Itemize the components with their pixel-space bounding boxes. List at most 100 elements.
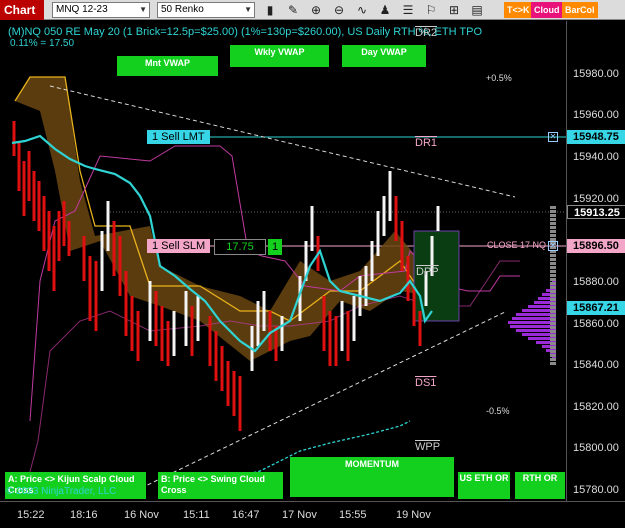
chart-trader-icon[interactable]: ⊞ (446, 2, 462, 18)
chevron-down-icon: ▼ (244, 5, 252, 14)
renko-brick (376, 211, 380, 256)
renko-brick (412, 286, 416, 326)
renko-brick (112, 221, 116, 276)
renko-brick (106, 201, 110, 251)
bar-type-value: 50 Renko (161, 4, 204, 15)
resistance-trendline[interactable] (49, 85, 516, 198)
plus-half-percent-label: +0.5% (486, 73, 512, 83)
tpo-bar (550, 342, 556, 345)
time-axis[interactable]: 15:22 18:16 16 Nov 15:11 16:47 17 Nov 15… (0, 501, 625, 528)
price-axis[interactable]: 15980.00 15960.00 15940.00 15920.00 1588… (566, 21, 625, 501)
price-tick: 15920.00 (573, 193, 619, 205)
renko-brick (160, 306, 164, 361)
tpo-bar (550, 214, 556, 217)
barcol-toggle-button[interactable]: BarCol (562, 2, 598, 18)
tpo-bar (550, 298, 556, 301)
renko-brick (190, 306, 194, 356)
day-vwap-button[interactable]: Day VWAP (342, 45, 426, 67)
drawing-tools-icon[interactable]: ✎ (285, 2, 301, 18)
tpo-bar (550, 326, 556, 329)
bar-type-select[interactable]: 50 Renko ▼ (157, 2, 255, 18)
indicators-icon[interactable]: ∿ (354, 2, 370, 18)
renko-brick (82, 236, 86, 281)
tpo-bar (550, 330, 556, 333)
chart-window-title: Chart (0, 0, 44, 20)
tpo-bar (550, 334, 556, 337)
renko-brick (418, 311, 422, 346)
renko-brick (256, 301, 260, 346)
zoom-in-icon[interactable]: ⊕ (308, 2, 324, 18)
renko-brick (364, 266, 368, 306)
time-tick: 16 Nov (124, 509, 159, 521)
data-box-icon[interactable]: ▤ (469, 2, 485, 18)
renko-brick (268, 311, 272, 351)
tpo-bar (550, 258, 556, 261)
close-icon[interactable]: ✕ (548, 241, 558, 251)
renko-brick (148, 281, 152, 341)
time-tick: 17 Nov (282, 509, 317, 521)
momentum-panel[interactable]: MOMENTUM (290, 457, 454, 497)
renko-brick (172, 311, 176, 356)
price-tick: 15820.00 (573, 401, 619, 413)
cloud-toggle-button[interactable]: Cloud (531, 2, 563, 18)
tk-toggle-button[interactable]: T<>K (504, 2, 533, 18)
us-eth-or-button[interactable]: US ETH OR (458, 472, 510, 499)
tpo-bar (550, 282, 556, 285)
monthly-vwap-button[interactable]: Mnt VWAP (117, 56, 218, 76)
chevron-down-icon: ▼ (139, 5, 147, 14)
renko-brick (226, 361, 230, 406)
sell-lmt-price-tag: 15948.75 (567, 130, 625, 144)
price-tick: 15840.00 (573, 359, 619, 371)
tpo-bar (550, 302, 556, 305)
chart-toolbar: Chart MNQ 12-23 ▼ 50 Renko ▼ ▮ ✎ ⊕ ⊖ ∿ ♟… (0, 0, 625, 20)
zoom-out-icon[interactable]: ⊖ (331, 2, 347, 18)
dr1-level-label: DR1 (415, 137, 438, 149)
tpo-bar (550, 206, 556, 209)
tpo-bar (550, 226, 556, 229)
weekly-vwap-button[interactable]: Wkly VWAP (230, 45, 329, 67)
tpo-bar (550, 254, 556, 257)
tpo-bar (550, 322, 556, 325)
renko-brick (400, 221, 404, 271)
tpo-bar (550, 286, 556, 289)
renko-brick (382, 196, 386, 236)
price-tick: 15800.00 (573, 442, 619, 454)
price-tick: 15940.00 (573, 151, 619, 163)
alert-icon[interactable]: ⚐ (423, 2, 439, 18)
ds1-level-label: DS1 (415, 377, 437, 389)
close-price-tag: 15896.50 (567, 239, 625, 253)
renko-brick (334, 316, 338, 366)
price-tick: 15980.00 (573, 68, 619, 80)
strategies-icon[interactable]: ♟ (377, 2, 393, 18)
renko-brick (47, 211, 51, 271)
tpo-bar (550, 362, 556, 365)
sell-slm-order-tag[interactable]: 1 Sell SLM (147, 239, 211, 253)
tpo-bar (550, 310, 556, 313)
instrument-value: MNQ 12-23 (56, 4, 108, 15)
close-position-label[interactable]: CLOSE 17 NQ (487, 240, 546, 250)
tpo-bar (550, 346, 556, 349)
instrument-select[interactable]: MNQ 12-23 ▼ (52, 2, 150, 18)
swing-cloud-button[interactable]: B: Price <> Swing Cloud Cross (158, 472, 283, 499)
tpo-bar (550, 278, 556, 281)
renko-brick (280, 316, 284, 351)
properties-icon[interactable]: ☰ (400, 2, 416, 18)
renko-brick (238, 376, 242, 431)
tpo-bar (550, 222, 556, 225)
tpo-bar (550, 354, 556, 357)
tpo-bar (550, 266, 556, 269)
rth-or-button[interactable]: RTH OR (515, 472, 565, 499)
renko-brick (124, 271, 128, 336)
renko-brick (100, 231, 104, 291)
renko-brick (166, 321, 170, 366)
chart-panel[interactable]: (M)NQ 050 RE May 20 (1 Brick=12.5p=$25.0… (0, 21, 566, 501)
tpo-bar (550, 358, 556, 361)
sell-lmt-order-tag[interactable]: 1 Sell LMT (147, 130, 210, 144)
bar-style-icon[interactable]: ▮ (262, 2, 278, 18)
renko-brick (220, 346, 224, 391)
renko-brick (136, 311, 140, 361)
slm-offset-value[interactable]: 17.75 (214, 239, 266, 255)
price-tick: 15780.00 (573, 484, 619, 496)
slm-qty-value[interactable]: 1 (268, 239, 282, 255)
close-icon[interactable]: ✕ (548, 132, 558, 142)
